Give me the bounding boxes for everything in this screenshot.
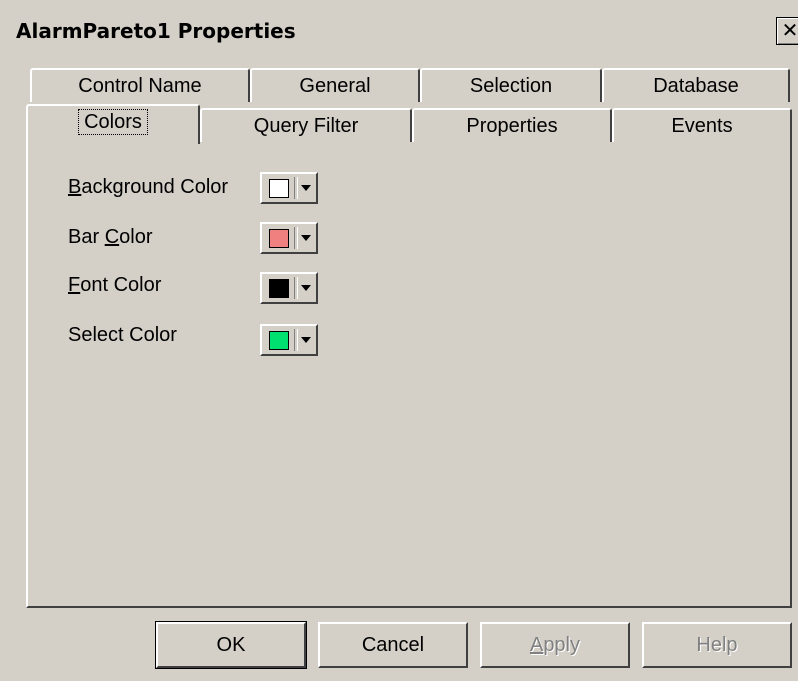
window-title: AlarmPareto1 Properties bbox=[16, 19, 296, 43]
bar-color-picker[interactable] bbox=[260, 222, 318, 254]
ok-button[interactable]: OK bbox=[155, 621, 307, 669]
tab-label: Query Filter bbox=[253, 115, 359, 137]
bar-color-label: Bar Color bbox=[68, 226, 153, 248]
tab-label: General bbox=[299, 75, 371, 97]
color-swatch bbox=[269, 279, 289, 298]
dropdown-arrow-icon bbox=[301, 337, 311, 343]
tab-label: Database bbox=[653, 75, 739, 97]
close-icon[interactable]: ✕ bbox=[776, 17, 798, 45]
tab-general[interactable]: General bbox=[250, 68, 420, 102]
select-color-label: Select Color bbox=[68, 324, 177, 346]
tab-events[interactable]: Events bbox=[612, 108, 792, 142]
font-color-picker[interactable] bbox=[260, 272, 318, 304]
tab-properties[interactable]: Properties bbox=[412, 108, 612, 142]
title-bar: AlarmPareto1 Properties ✕ bbox=[8, 12, 798, 52]
dropdown-arrow-icon bbox=[301, 185, 311, 191]
tab-label: Colors bbox=[78, 109, 148, 135]
divider bbox=[294, 329, 298, 351]
color-swatch bbox=[269, 229, 289, 248]
tab-colors[interactable]: Colors bbox=[26, 104, 200, 144]
background-color-label: Background Color bbox=[68, 176, 229, 198]
tab-label: Events bbox=[671, 115, 733, 137]
tab-content-panel bbox=[26, 140, 792, 608]
dropdown-arrow-icon bbox=[301, 285, 311, 291]
help-button[interactable]: Help bbox=[642, 622, 792, 668]
divider bbox=[294, 177, 298, 199]
select-color-picker[interactable] bbox=[260, 324, 318, 356]
tab-database[interactable]: Database bbox=[602, 68, 790, 102]
color-swatch bbox=[269, 179, 289, 198]
tab-selection[interactable]: Selection bbox=[420, 68, 602, 102]
apply-button[interactable]: Apply bbox=[480, 622, 630, 668]
tab-label: Properties bbox=[466, 115, 558, 137]
divider bbox=[294, 227, 298, 249]
cancel-button[interactable]: Cancel bbox=[318, 622, 468, 668]
font-color-label: Font Color bbox=[68, 274, 162, 296]
color-swatch bbox=[269, 331, 289, 350]
tab-control-name[interactable]: Control Name bbox=[30, 68, 250, 102]
background-color-picker[interactable] bbox=[260, 172, 318, 204]
tab-label: Control Name bbox=[78, 75, 202, 97]
properties-dialog: AlarmPareto1 Properties ✕ Control Name G… bbox=[0, 0, 798, 681]
tab-label: Selection bbox=[469, 75, 553, 97]
tab-query-filter[interactable]: Query Filter bbox=[200, 108, 412, 142]
divider bbox=[294, 277, 298, 299]
dropdown-arrow-icon bbox=[301, 235, 311, 241]
